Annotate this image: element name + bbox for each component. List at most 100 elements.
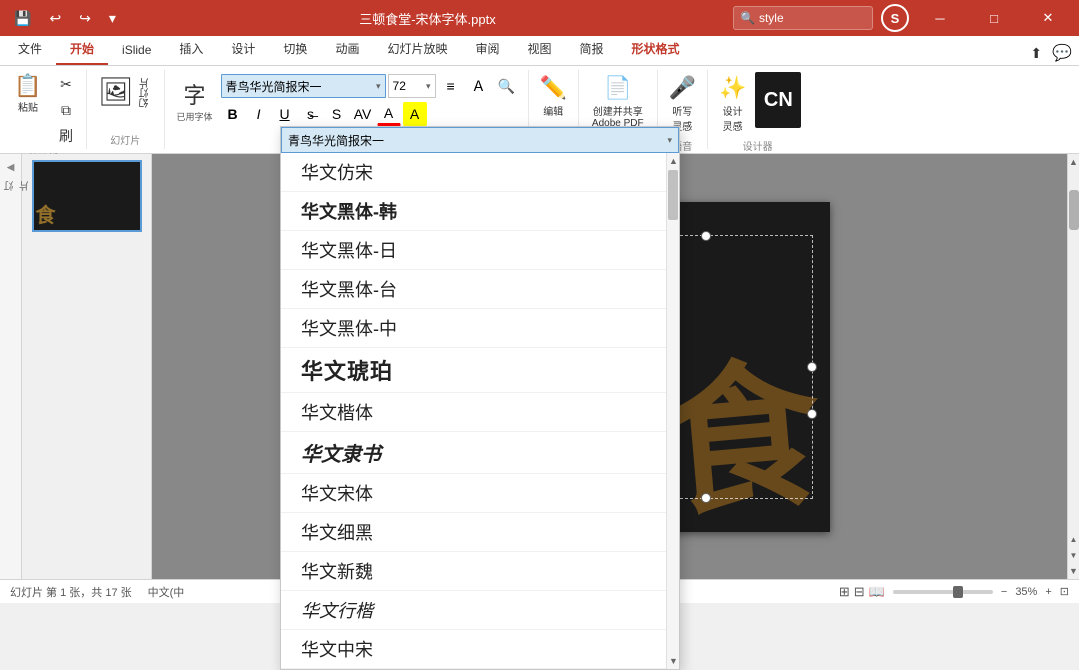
maximize-button[interactable]: □ [971, 0, 1017, 36]
scroll-up-arrow[interactable]: ▲ [667, 153, 680, 169]
slides-group-label: 幻灯片 [110, 132, 140, 147]
font-item-3[interactable]: 华文黑体-台 [281, 270, 666, 309]
used-font-label: 已用字体 [177, 110, 213, 123]
comment-button[interactable]: 💬 [1049, 41, 1075, 65]
highlight-button[interactable]: A [403, 102, 427, 126]
font-item-2[interactable]: 华文黑体-日 [281, 231, 666, 270]
scroll-thumb [668, 170, 678, 220]
tab-view[interactable]: 视图 [513, 34, 565, 65]
italic-button[interactable]: I [247, 102, 271, 126]
dropdown-font-name: 青鸟华光简报宋一 [288, 132, 384, 149]
underline-button[interactable]: U [273, 102, 297, 126]
font-item-6[interactable]: 华文楷体 [281, 393, 666, 432]
scroll-down-arrow[interactable]: ▼ [667, 653, 680, 669]
handle-bottom[interactable] [701, 493, 711, 503]
mic-icon: 🎤 [669, 75, 696, 101]
tab-transition[interactable]: 切换 [269, 34, 321, 65]
font-item-8[interactable]: 华文宋体 [281, 474, 666, 513]
tab-slideshow[interactable]: 幻灯片放映 [373, 34, 461, 65]
search-font-button[interactable]: 🔍 [494, 74, 520, 98]
format-painter-button[interactable]: 刷 [52, 124, 80, 148]
font-item-1[interactable]: 华文黑体-韩 [281, 192, 666, 231]
char-spacing-button[interactable]: AV [351, 102, 375, 126]
edit-button[interactable]: ✏️ 编辑 [535, 72, 572, 121]
tab-animation[interactable]: 动画 [321, 34, 373, 65]
zoom-level: 35% [1015, 586, 1037, 598]
strikethrough-button[interactable]: s̶ [299, 102, 323, 126]
tab-insert[interactable]: 插入 [165, 34, 217, 65]
font-size-select[interactable]: 72 ▾ [388, 74, 436, 98]
tab-bar: 文件 开始 iSlide 插入 设计 切换 动画 幻灯片放映 审阅 视图 简报 … [0, 36, 1079, 66]
tab-shapeformat[interactable]: 形状格式 [618, 34, 694, 65]
font-item-9[interactable]: 华文细黑 [281, 513, 666, 552]
status-left: 幻灯片 第 1 张，共 17 张 中文(中 [10, 584, 184, 600]
search-box[interactable]: 🔍 style [733, 6, 873, 30]
slide-thumbnails: 食 [22, 154, 151, 579]
close-button[interactable]: ✕ [1025, 0, 1071, 36]
paste-button[interactable]: 📋 粘贴 [6, 72, 50, 117]
fit-slide-button[interactable]: ⊡ [1060, 585, 1069, 598]
design-ideas-button[interactable]: ✨ 设计 灵感 [714, 72, 751, 136]
zoom-slider[interactable] [893, 590, 993, 594]
slides-group: 🖼 幻灯片 幻灯片 [87, 70, 165, 149]
normal-view-button[interactable]: ⊞ [839, 584, 850, 600]
align-center-button[interactable]: ≡ [438, 74, 464, 98]
slide-sorter-button[interactable]: ⊟ [854, 584, 865, 600]
dropdown-scrollbar[interactable]: ▲ ▼ [666, 153, 679, 669]
handle-right[interactable] [807, 362, 817, 372]
tab-file[interactable]: 文件 [4, 34, 56, 65]
tab-home[interactable]: 开始 [56, 34, 108, 65]
design-ideas-label: 设计 灵感 [723, 103, 743, 133]
reading-view-button[interactable]: 📖 [869, 584, 885, 600]
minimize-button[interactable]: ─ [917, 0, 963, 36]
design-icon: ✨ [719, 75, 746, 101]
handle-mid-right[interactable] [807, 409, 817, 419]
scroll-down-small[interactable]: ▼ [1066, 547, 1079, 563]
handle-top[interactable] [701, 231, 711, 241]
font-item-5[interactable]: 华文琥珀 [281, 348, 666, 393]
font-name-select[interactable]: 青鸟华光简报宋一 ▾ [221, 74, 386, 98]
font-item-12[interactable]: 华文中宋 [281, 630, 666, 669]
font-item-4[interactable]: 华文黑体-中 [281, 309, 666, 348]
scroll-bottom-arrow[interactable]: ▼ [1066, 563, 1079, 579]
adobe-pdf-button[interactable]: 📄 创建并共享 Adobe PDF [587, 72, 649, 132]
font-item-10[interactable]: 华文新魏 [281, 552, 666, 591]
tab-review[interactable]: 审阅 [461, 34, 513, 65]
left-panel: ▶ 幻灯片 [0, 154, 22, 579]
zoom-thumb[interactable] [953, 586, 963, 598]
save-button[interactable]: 💾 [8, 8, 37, 29]
used-font-button[interactable]: 字 已用字体 [173, 76, 217, 125]
redo-button[interactable]: ↪ [73, 8, 97, 29]
scroll-up-small[interactable]: ▲ [1066, 531, 1079, 547]
scrollbar-thumb[interactable] [1069, 190, 1079, 230]
designer-group-label: 设计器 [743, 138, 773, 153]
bold-button[interactable]: B [221, 102, 245, 126]
slide-thumbnail-1[interactable]: 食 [32, 160, 142, 232]
text-options-button[interactable]: Ａ [466, 74, 492, 98]
tab-islide[interactable]: iSlide [108, 37, 165, 65]
font-size-value: 72 [393, 79, 406, 93]
font-icon: 字 [184, 78, 206, 110]
undo-button[interactable]: ↩ [43, 8, 67, 29]
cn-badge[interactable]: CN [755, 72, 801, 128]
user-avatar[interactable]: S [881, 4, 909, 32]
font-item-0[interactable]: 华文仿宋 [281, 153, 666, 192]
collapse-ribbon-button[interactable]: ⬆ [1027, 43, 1045, 64]
shadow-button[interactable]: S [325, 102, 349, 126]
slides-button[interactable]: 🖼 幻灯片 [93, 72, 158, 111]
expand-panel-button[interactable]: ▶ [5, 162, 16, 173]
search-icon: 🔍 [740, 11, 755, 25]
font-item-7[interactable]: 华文隶书 [281, 432, 666, 474]
scroll-top-arrow[interactable]: ▲ [1066, 154, 1079, 170]
cut-button[interactable]: ✂ [52, 72, 80, 96]
zoom-out-button[interactable]: − [1001, 586, 1007, 598]
font-dropdown: 青鸟华光简报宋一 ▾ ▲ ▼ 华文仿宋 华文黑体-韩 华文黑体-日 华文黑体-台… [280, 126, 680, 670]
font-color-button[interactable]: A [377, 102, 401, 126]
tab-brief[interactable]: 简报 [566, 34, 618, 65]
zoom-in-button[interactable]: + [1045, 586, 1051, 598]
slides-label: 幻灯片 [138, 78, 153, 108]
font-item-11[interactable]: 华文行楷 [281, 591, 666, 630]
quick-access-dropdown[interactable]: ▾ [103, 8, 122, 29]
tab-design[interactable]: 设计 [217, 34, 269, 65]
copy-button[interactable]: ⧉ [52, 98, 80, 122]
